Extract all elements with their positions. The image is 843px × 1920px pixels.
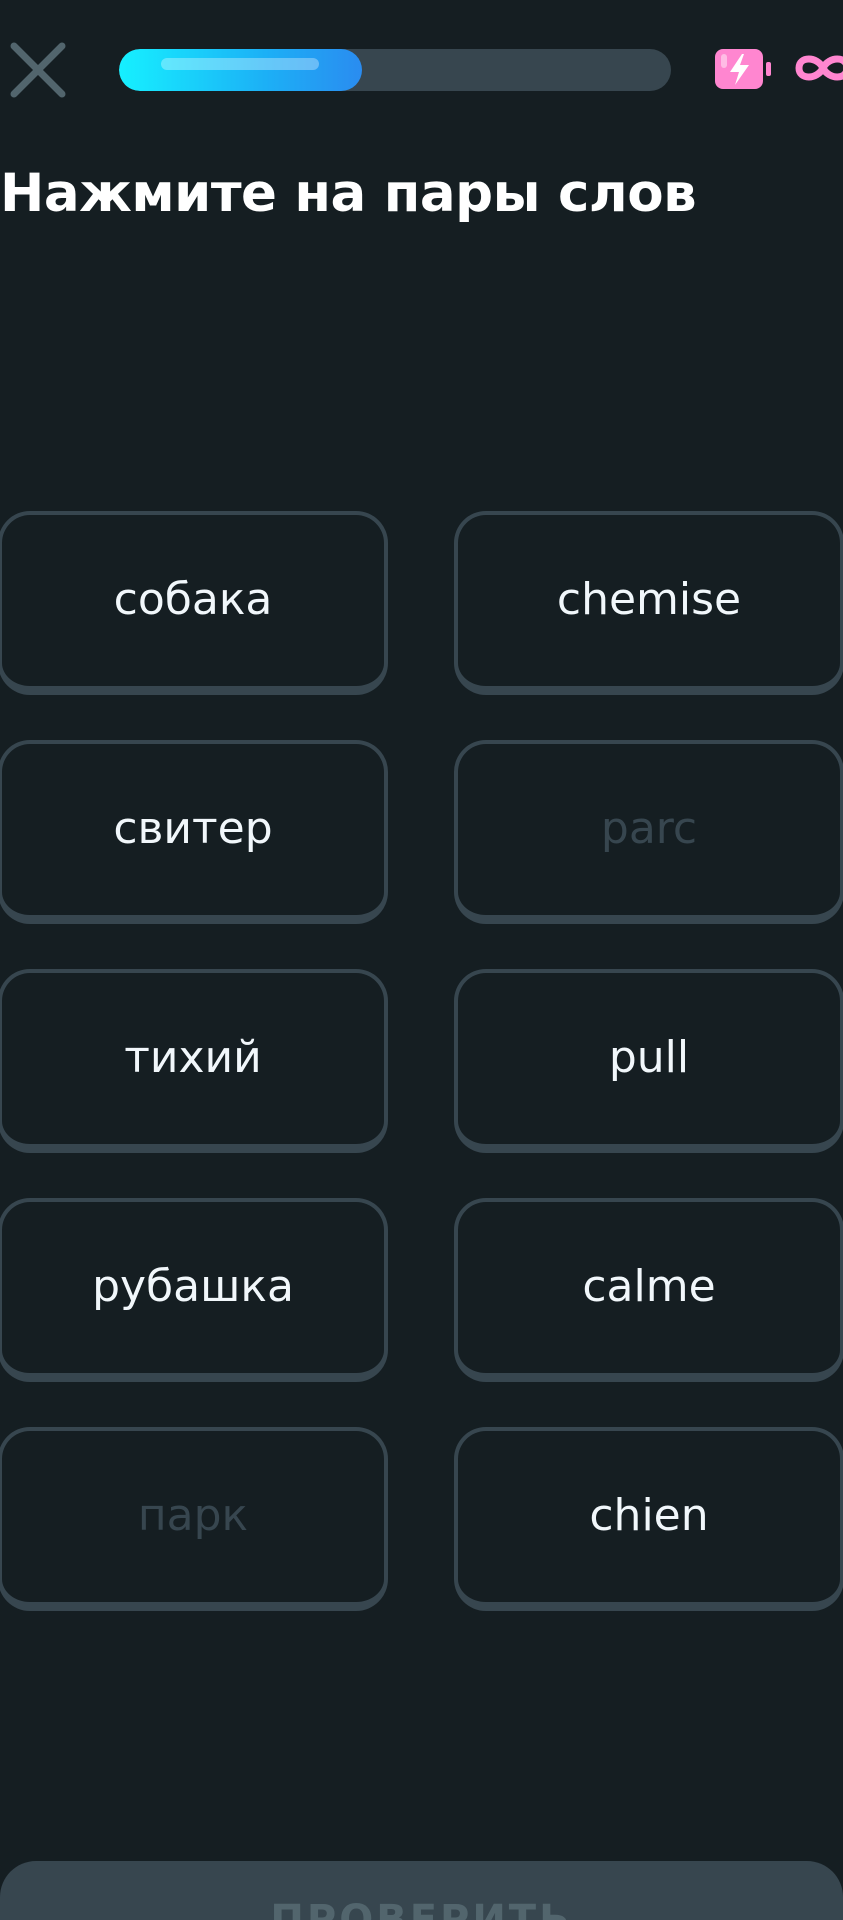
lesson-progress-bar [119, 49, 671, 91]
word-tile-right-5[interactable]: chien [454, 1427, 843, 1611]
check-button-label: ПРОВЕРИТЬ [270, 1897, 573, 1920]
tile-label: собака [113, 573, 273, 625]
tile-label: парк [137, 1489, 249, 1541]
progress-fill [119, 49, 362, 91]
word-tile-right-3[interactable]: pull [454, 969, 843, 1153]
word-tile-left-3[interactable]: тихий [0, 969, 388, 1153]
infinity-icon [793, 50, 843, 86]
word-tile-right-1[interactable]: chemise [454, 511, 843, 695]
tile-label: chemise [556, 573, 742, 625]
word-tile-left-4[interactable]: рубашка [0, 1198, 388, 1382]
progress-shine [161, 58, 319, 70]
page-title: Нажмите на пары слов [0, 163, 697, 224]
close-icon [10, 42, 66, 98]
tile-label: parc [600, 802, 698, 854]
tile-label: calme [582, 1260, 716, 1312]
tile-label: рубашка [92, 1260, 294, 1312]
check-button[interactable]: ПРОВЕРИТЬ [0, 1861, 843, 1920]
tile-label: chien [589, 1489, 709, 1541]
lesson-screen: Нажмите на пары слов собака chemise свит… [0, 0, 843, 1920]
word-tile-left-2[interactable]: свитер [0, 740, 388, 924]
tile-label: pull [608, 1031, 690, 1083]
close-button[interactable] [6, 38, 70, 102]
word-tile-right-2: parc [454, 740, 843, 924]
energy-battery-icon[interactable] [713, 46, 775, 92]
word-tile-left-5: парк [0, 1427, 388, 1611]
tile-label: тихий [124, 1031, 262, 1083]
word-tile-right-4[interactable]: calme [454, 1198, 843, 1382]
tile-label: свитер [113, 802, 273, 854]
word-tile-left-1[interactable]: собака [0, 511, 388, 695]
